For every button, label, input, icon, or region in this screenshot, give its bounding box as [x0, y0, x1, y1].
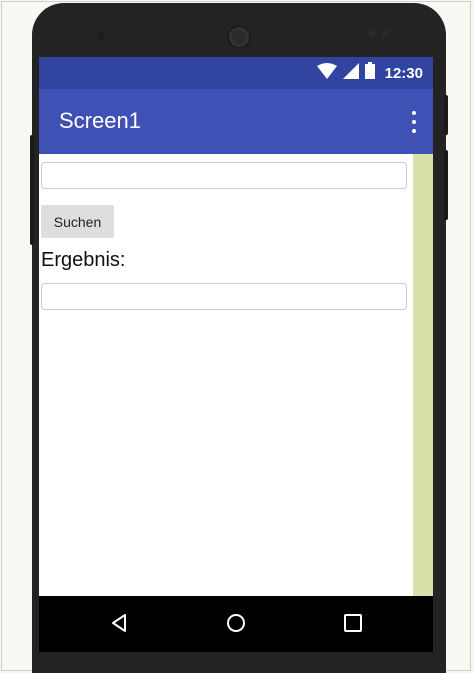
screen-content: Suchen Ergebnis: — [39, 154, 413, 652]
status-icons: 12:30 — [316, 62, 423, 84]
signal-icon — [342, 62, 359, 84]
proximity-sensor — [368, 30, 375, 37]
side-button-right-lower — [444, 150, 448, 220]
wifi-icon — [316, 62, 337, 84]
side-button-left — [30, 135, 34, 245]
navigation-bar — [39, 596, 433, 652]
search-input[interactable] — [41, 162, 407, 189]
app-bar: Screen1 — [39, 89, 433, 154]
overflow-menu-icon[interactable] — [409, 111, 419, 133]
side-strip — [413, 154, 433, 652]
recents-icon[interactable] — [343, 613, 363, 638]
app-title: Screen1 — [59, 108, 141, 133]
light-sensor — [382, 30, 389, 37]
result-label: Ergebnis: — [41, 249, 126, 271]
status-time: 12:30 — [384, 64, 423, 82]
battery-icon — [364, 62, 375, 84]
home-icon[interactable] — [226, 613, 246, 638]
status-bar: 12:30 — [39, 57, 433, 89]
search-button[interactable]: Suchen — [41, 205, 114, 238]
result-input[interactable] — [41, 283, 407, 310]
back-icon[interactable] — [111, 613, 127, 638]
earpiece-sensor — [97, 32, 105, 40]
front-camera — [227, 25, 251, 49]
phone-bottom-edge — [32, 652, 446, 673]
side-button-right — [444, 95, 448, 135]
phone-screen: 12:30 Screen1 Suchen Ergebnis: — [39, 57, 433, 652]
